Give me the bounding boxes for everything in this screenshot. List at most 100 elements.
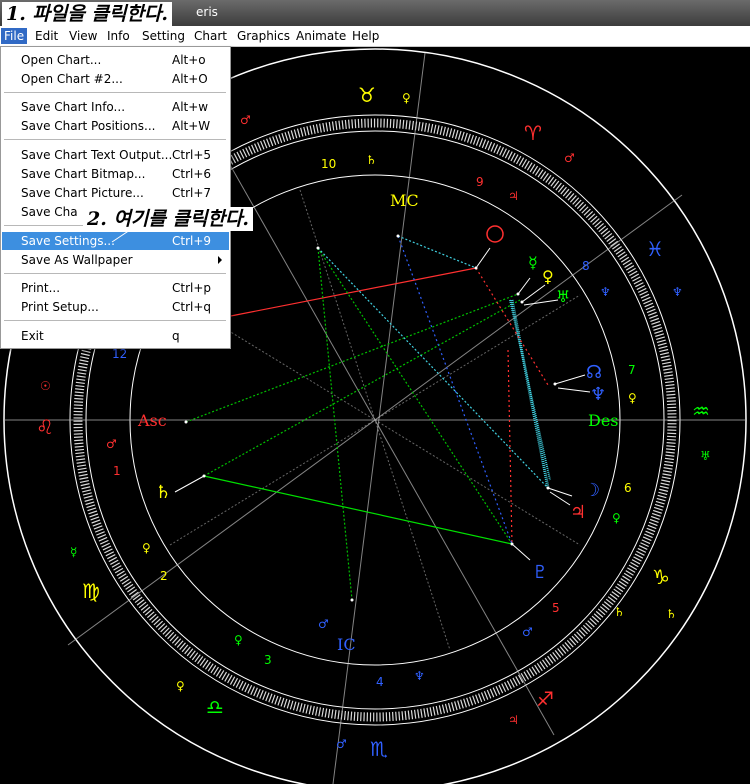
menu-item-save-chart-text-output[interactable]: Save Chart Text Output... Ctrl+5 [2, 146, 229, 164]
menu-item-open-chart-2[interactable]: Open Chart #2... Alt+O [2, 70, 229, 88]
menu-animate[interactable]: Animate [293, 28, 349, 44]
house-9: 9 [476, 175, 484, 189]
taurus-sign: ♉ [358, 83, 376, 107]
menu-item-save-chart-picture[interactable]: Save Chart Picture... Ctrl+7 [2, 184, 229, 202]
aspect-line-green-dotted-4 [317, 247, 513, 545]
menu-item-save-chart-info[interactable]: Save Chart Info... Alt+w [2, 98, 229, 116]
house-8: 8 [582, 259, 590, 273]
aspect-line-green-dotted-3 [317, 247, 353, 601]
svg-text:♀: ♀ [402, 91, 411, 105]
neptune-glyph: ♆ [590, 384, 606, 405]
menu-item-open-chart[interactable]: Open Chart... Alt+o [2, 51, 229, 69]
menu-graphics[interactable]: Graphics [234, 28, 293, 44]
leo-sign: ♌ [36, 415, 54, 439]
submenu-arrow-icon [218, 256, 222, 264]
aspect-line-cyan-1 [317, 247, 549, 489]
house-5: 5 [552, 601, 560, 615]
svg-text:♄: ♄ [666, 607, 677, 621]
menu-separator [4, 92, 226, 93]
pisces-sign: ♓ [646, 237, 664, 261]
menu-bar: File Edit View Info Setting Chart Graphi… [0, 26, 750, 47]
menu-item-save-as-wallpaper[interactable]: Save As Wallpaper [2, 251, 229, 269]
scorpio-sign: ♏ [370, 737, 388, 761]
house-1: 1 [113, 464, 121, 478]
jupiter-glyph: ♃ [570, 502, 586, 523]
house-3: 3 [264, 653, 272, 667]
aspect-line-cyan-2 [397, 235, 477, 269]
svg-text:♂: ♂ [240, 113, 251, 127]
aspect-line-green [203, 475, 513, 545]
window-title: eris [196, 5, 218, 19]
mercury-glyph: ☿ [528, 253, 538, 272]
svg-text:♀: ♀ [612, 511, 621, 525]
menu-item-exit[interactable]: Exit q [2, 327, 229, 345]
aspect-line-red-dotted-2 [507, 349, 513, 545]
uranus-glyph: ♅ [556, 287, 570, 306]
aspect-line-red [199, 267, 477, 323]
virgo-sign: ♍ [82, 579, 100, 603]
svg-text:♀: ♀ [234, 633, 243, 647]
menu-file[interactable]: File [1, 28, 28, 44]
aquarius-sign: ♒ [692, 399, 710, 423]
svg-text:♀: ♀ [142, 541, 151, 555]
sun-glyph [486, 225, 504, 243]
aspect-line-cyan-4 [509, 299, 551, 481]
svg-text:♀: ♀ [176, 679, 185, 693]
aspect-points [184, 234, 557, 602]
des-label: Des [588, 411, 619, 430]
svg-text:♃: ♃ [508, 713, 519, 727]
svg-text:♂: ♂ [106, 437, 117, 451]
sagittarius-sign: ♐ [536, 687, 554, 711]
menu-info[interactable]: Info [104, 28, 133, 44]
capricorn-sign: ♑ [652, 565, 670, 589]
venus-glyph: ♀ [542, 267, 554, 286]
annotation-step-1: 1. 파일을 클릭한다. [2, 2, 173, 26]
menu-edit[interactable]: Edit [32, 28, 61, 44]
svg-text:☿: ☿ [70, 545, 77, 559]
planet-pointer-lines [174, 247, 591, 561]
menu-separator [4, 273, 226, 274]
libra-sign: ♎ [206, 695, 224, 719]
saturn-glyph: ♄ [155, 482, 171, 503]
svg-text:♆: ♆ [672, 285, 683, 299]
menu-item-save-chart-bitmap[interactable]: Save Chart Bitmap... Ctrl+6 [2, 165, 229, 183]
svg-text:♅: ♅ [700, 449, 711, 463]
menu-separator [4, 320, 226, 321]
mc-label: MC [390, 191, 419, 210]
svg-text:♀: ♀ [628, 391, 637, 405]
aspect-line-green-dotted-1 [185, 293, 519, 423]
menu-separator [4, 139, 226, 140]
svg-text:♄: ♄ [614, 605, 625, 619]
svg-text:♂: ♂ [336, 737, 347, 751]
house-7: 7 [628, 363, 636, 377]
svg-text:♃: ♃ [508, 189, 519, 203]
svg-text:♂: ♂ [564, 151, 575, 165]
menu-item-print[interactable]: Print... Ctrl+p [2, 279, 229, 297]
menu-item-save-chart-positions[interactable]: Save Chart Positions... Alt+W [2, 117, 229, 135]
house-2: 2 [160, 569, 168, 583]
aries-sign: ♈ [524, 121, 542, 145]
house-4: 4 [376, 675, 384, 689]
moon-glyph: ☽ [584, 480, 600, 501]
house-12: 12 [112, 347, 127, 361]
menu-chart[interactable]: Chart [191, 28, 230, 44]
ic-label: IC [337, 635, 356, 654]
svg-text:☉: ☉ [40, 379, 51, 393]
file-menu-dropdown: Open Chart... Alt+o Open Chart #2... Alt+O… [0, 46, 231, 349]
svg-text:♂: ♂ [522, 625, 533, 639]
menu-item-print-setup[interactable]: Print Setup... Ctrl+q [2, 298, 229, 316]
menu-view[interactable]: View [66, 28, 100, 44]
pluto-glyph: ♇ [532, 562, 548, 583]
aspect-line-red-dotted-1 [475, 267, 549, 386]
asc-label: Asc [137, 411, 167, 430]
svg-text:♆: ♆ [414, 669, 425, 683]
aspect-line-green-dotted-2 [203, 299, 521, 477]
callout-pointer [111, 229, 131, 243]
aspect-lines [185, 235, 551, 601]
svg-text:♄: ♄ [366, 153, 377, 167]
menu-setting[interactable]: Setting [139, 28, 188, 44]
svg-text:♂: ♂ [318, 617, 329, 631]
node-glyph: ☊ [586, 362, 602, 383]
svg-text:♆: ♆ [600, 285, 611, 299]
menu-help[interactable]: Help [349, 28, 382, 44]
